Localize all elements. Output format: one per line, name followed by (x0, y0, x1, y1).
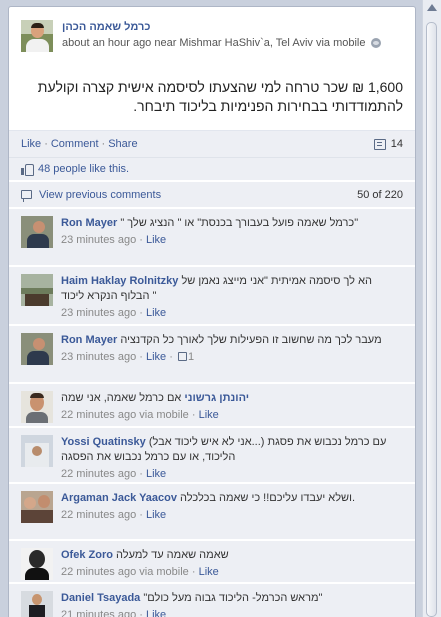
commenter-avatar[interactable] (21, 435, 53, 467)
scroll-up-arrow-icon[interactable] (427, 4, 437, 11)
likes-summary: 48 people like this. (9, 158, 415, 181)
thumbs-up-icon (21, 163, 34, 176)
comment-like-link[interactable]: Like (146, 509, 166, 521)
comment-time[interactable]: 22 minutes ago (61, 409, 136, 421)
comment-like-link[interactable]: Like (146, 307, 166, 319)
comment-time[interactable]: 23 minutes ago (61, 307, 136, 319)
comment-text: " כרמל שאמה פועל בעבורך בכנסת" או " הנצי… (120, 217, 359, 229)
post-header: כרמל שאמה הכהן about an hour ago near Mi… (9, 7, 415, 60)
commenter-name[interactable]: Argaman Jack Yaacov (61, 492, 177, 504)
comments-count-icon[interactable] (373, 138, 386, 150)
commenter-name[interactable]: Ron Mayer (61, 217, 117, 229)
comment-text: "מראש הכרמל- הליכוד גבוה מעל כולם" (143, 592, 323, 604)
comment-like-link[interactable]: Like (146, 609, 166, 617)
comment-like-link[interactable]: Like (146, 351, 166, 363)
globe-icon (371, 38, 382, 48)
view-previous-comments-link[interactable]: View previous comments (39, 189, 161, 201)
comment-time[interactable]: 22 minutes ago (61, 509, 136, 521)
separator: · (44, 138, 48, 150)
comment-text: אם כרמל שאמה, אני שמה (61, 392, 182, 404)
view-previous-row: View previous comments 50 of 220 (9, 182, 415, 208)
comments-pagination: 50 of 220 (357, 188, 403, 201)
comment-source: via mobile (139, 566, 189, 578)
comment-like-link[interactable]: Like (199, 409, 219, 421)
comment-like-link[interactable]: Like (199, 566, 219, 578)
commenter-avatar[interactable] (21, 491, 53, 523)
separator: · (101, 138, 106, 150)
speech-bubble-icon (21, 190, 32, 202)
comment-time[interactable]: 23 minutes ago (61, 234, 136, 246)
comment-item: Ron Mayer " כרמל שאמה פועל בעבורך בכנסת"… (9, 209, 415, 266)
commenter-avatar[interactable] (21, 391, 53, 423)
like-count-icon[interactable] (177, 352, 187, 361)
comment-item: יהונתן גרשוני אם כרמל שאמה, אני שמה 22 m… (9, 384, 415, 427)
comment-text: מעבר לכך מה שחשוב זו הפעילות שלך לאורך כ… (120, 334, 382, 346)
likes-count-link[interactable]: 48 people like this. (38, 163, 129, 175)
commenter-name[interactable]: Yossi Quatinsky (61, 436, 146, 448)
commenter-avatar[interactable] (21, 591, 53, 617)
author-avatar[interactable] (21, 20, 53, 52)
comment-text: ושלא יעבדו עליכם!! כי שאמה בכלכלה. (180, 492, 355, 504)
comment-item: Argaman Jack Yaacov ושלא יעבדו עליכם!! כ… (9, 484, 415, 540)
post-meta: about an hour ago near Mishmar HaShiv`a,… (62, 37, 366, 49)
comment-item: Yossi Quatinsky (אני לא איש ליכוד אבל...… (9, 428, 415, 483)
commenter-name[interactable]: Ron Mayer (61, 334, 117, 346)
commenter-avatar[interactable] (21, 274, 53, 306)
commenter-name[interactable]: Daniel Tsayada (61, 592, 140, 604)
scrollbar-thumb[interactable] (426, 22, 437, 617)
comment-item: Haim Haklay Rolnitzky הא לך סיסמה אמיתית… (9, 267, 415, 325)
comment-time[interactable]: 22 minutes ago (61, 566, 136, 578)
commenter-avatar[interactable] (21, 548, 53, 580)
commenter-name[interactable]: Ofek Zoro (61, 549, 113, 561)
comment-text: שאמה שאמה עד למעלה (116, 549, 229, 561)
comment-link[interactable]: Comment (51, 138, 99, 150)
comment-item: Ofek Zoro שאמה שאמה עד למעלה 22 minutes … (9, 541, 415, 583)
comment-item: Ron Mayer מעבר לכך מה שחשוב זו הפעילות ש… (9, 326, 415, 383)
post-actions-bar: Like · Comment · Share 14 (9, 130, 415, 158)
commenter-name[interactable]: יהונתן גרשוני (184, 392, 249, 404)
post-card: כרמל שאמה הכהן about an hour ago near Mi… (8, 6, 416, 617)
post-text: 1,600 ₪ שכר טרחה למי שהצעתו לסיסמה אישית… (37, 79, 403, 114)
commenter-name[interactable]: Haim Haklay Rolnitzky (61, 275, 178, 287)
post-author-name[interactable]: כרמל שאמה הכהן (62, 20, 405, 35)
comment-like-count[interactable]: 1 (188, 351, 194, 363)
comment-item: Daniel Tsayada "מראש הכרמל- הליכוד גבוה … (9, 584, 415, 617)
comment-like-link[interactable]: Like (146, 234, 166, 246)
like-link[interactable]: Like (21, 138, 41, 150)
comment-time[interactable]: 21 minutes ago (61, 609, 136, 617)
comments-count[interactable]: 14 (391, 138, 403, 150)
share-link[interactable]: Share (108, 138, 137, 150)
comment-time[interactable]: 23 minutes ago (61, 351, 136, 363)
commenter-avatar[interactable] (21, 216, 53, 248)
comment-time[interactable]: 22 minutes ago (61, 468, 136, 480)
commenter-avatar[interactable] (21, 333, 53, 365)
comment-source: via mobile (139, 409, 189, 421)
comment-like-link[interactable]: Like (146, 468, 166, 480)
